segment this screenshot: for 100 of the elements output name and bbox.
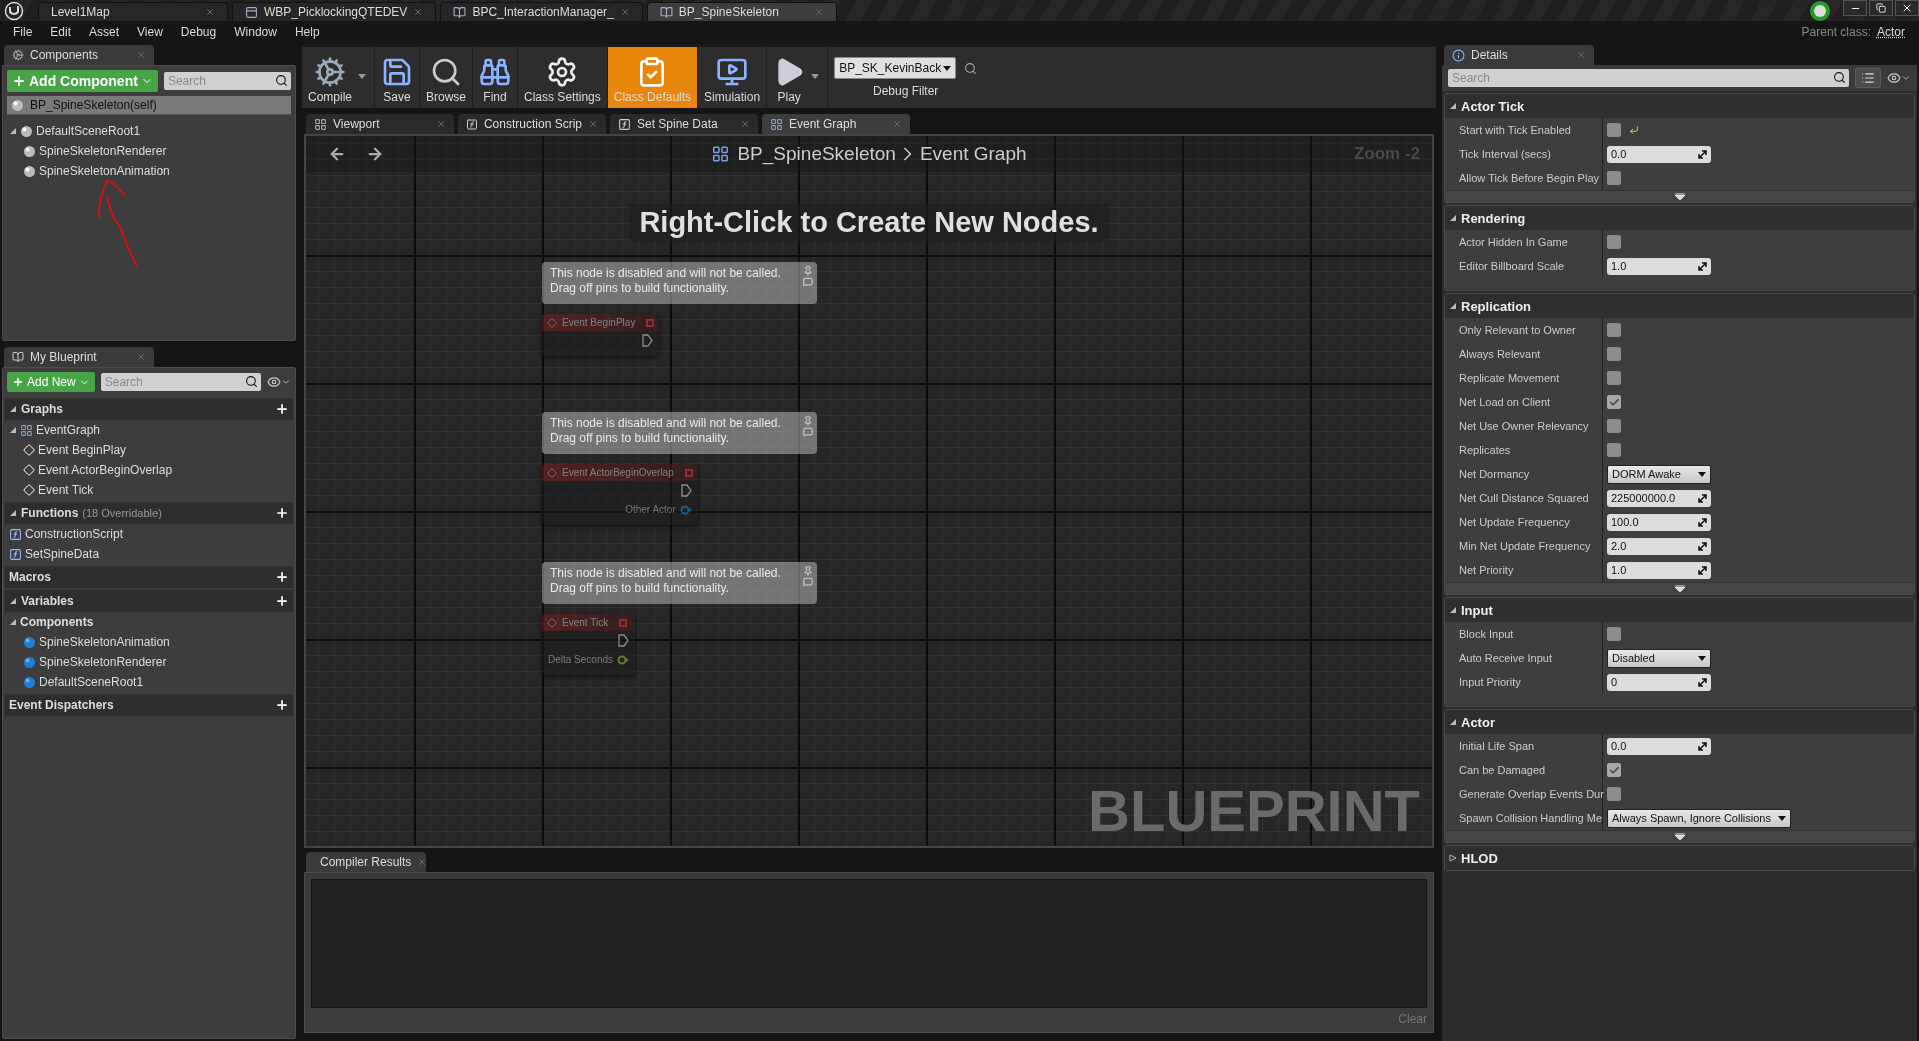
checkbox[interactable] xyxy=(1607,323,1621,337)
add-button[interactable] xyxy=(275,570,289,584)
category-header[interactable]: HLOD xyxy=(1445,846,1914,870)
breadcrumb[interactable]: Event Graph xyxy=(919,143,1027,165)
close-icon[interactable] xyxy=(413,7,424,17)
drag-handle-icon[interactable] xyxy=(1698,261,1707,271)
blueprint-item[interactable]: SpineSkeletonRenderer xyxy=(3,652,295,672)
toolbar-button[interactable]: Simulation xyxy=(698,47,768,108)
blueprint-item[interactable]: EventGraph xyxy=(3,420,295,440)
document-tab[interactable]: Level1Map xyxy=(38,2,228,21)
advanced-toggle[interactable] xyxy=(1445,190,1914,202)
expanded-arrow-icon[interactable] xyxy=(9,405,17,413)
add-button[interactable] xyxy=(275,698,289,712)
dropdown[interactable]: Always Spawn, Ignore Collisions xyxy=(1607,808,1791,828)
my-blueprint-tab[interactable]: My Blueprint xyxy=(4,347,154,367)
add-button[interactable] xyxy=(275,402,289,416)
number-field[interactable]: 1.0 xyxy=(1607,257,1711,275)
close-icon[interactable] xyxy=(588,119,598,129)
expanded-arrow-icon[interactable] xyxy=(9,509,17,517)
search-field[interactable]: Search xyxy=(1448,69,1849,87)
advanced-toggle[interactable] xyxy=(1445,582,1914,594)
graph-canvas[interactable] xyxy=(304,134,1434,848)
expanded-arrow-icon[interactable] xyxy=(9,597,17,605)
expanded-arrow-icon[interactable] xyxy=(1449,102,1457,110)
expanded-arrow-icon[interactable] xyxy=(9,618,17,626)
expanded-arrow-icon[interactable] xyxy=(9,127,17,135)
status-icon[interactable] xyxy=(1809,0,1831,22)
menu-item[interactable]: Window xyxy=(225,25,286,39)
advanced-toggle[interactable] xyxy=(1445,830,1914,842)
breadcrumb[interactable]: BP_SpineSkeleton xyxy=(737,143,896,165)
number-field[interactable]: 100.0 xyxy=(1607,513,1711,531)
section-header[interactable]: Graphs xyxy=(5,398,293,420)
menu-item[interactable]: Help xyxy=(285,25,329,39)
component-item[interactable]: SpineSkeletonAnimation xyxy=(3,161,295,181)
checkbox[interactable] xyxy=(1607,371,1621,385)
expanded-arrow-icon[interactable] xyxy=(9,426,17,434)
number-field[interactable]: 2.0 xyxy=(1607,537,1711,555)
checkbox[interactable] xyxy=(1607,763,1621,777)
blueprint-item[interactable]: SpineSkeletonAnimation xyxy=(3,632,295,652)
checkbox[interactable] xyxy=(1607,347,1621,361)
blueprint-item[interactable]: Event BeginPlay xyxy=(3,440,295,460)
menu-item[interactable]: Asset xyxy=(80,25,129,39)
search-field[interactable]: Search xyxy=(163,72,291,90)
category-header[interactable]: Actor Tick xyxy=(1445,94,1914,118)
search-icon[interactable] xyxy=(964,61,978,75)
number-field[interactable]: 0.0 xyxy=(1607,145,1711,163)
compiler-results-tab[interactable]: Compiler Results xyxy=(306,852,426,872)
category-header[interactable]: Input xyxy=(1445,598,1914,622)
expanded-arrow-icon[interactable] xyxy=(1449,302,1457,310)
number-field[interactable]: 225000000.0 xyxy=(1607,489,1711,507)
category-header[interactable]: Rendering xyxy=(1445,206,1914,230)
graph-tab[interactable]: Set Spine Data xyxy=(610,114,758,134)
checkbox[interactable] xyxy=(1607,395,1621,409)
checkbox[interactable] xyxy=(1607,123,1621,137)
dropdown[interactable]: Disabled xyxy=(1607,648,1711,668)
pin-icon[interactable] xyxy=(803,416,813,426)
details-tab[interactable]: Details xyxy=(1444,45,1594,65)
engine-logo-icon[interactable] xyxy=(4,0,24,21)
document-tab[interactable]: BP_SpineSkeleton xyxy=(646,2,837,21)
number-field[interactable]: 0 xyxy=(1607,673,1711,691)
category-header[interactable]: Actor xyxy=(1445,710,1914,734)
number-field[interactable]: 1.0 xyxy=(1607,561,1711,579)
restore-button[interactable] xyxy=(1869,0,1893,16)
menu-item[interactable]: View xyxy=(128,25,172,39)
blueprint-item[interactable]: ConstructionScript xyxy=(3,524,295,544)
drag-handle-icon[interactable] xyxy=(1698,541,1707,551)
toolbar-button[interactable]: Browse xyxy=(420,47,474,108)
toolbar-button[interactable]: Save xyxy=(375,47,420,108)
drag-handle-icon[interactable] xyxy=(1698,517,1707,527)
menu-item[interactable]: Edit xyxy=(41,25,81,39)
view-options-button[interactable] xyxy=(266,375,291,389)
menu-item[interactable]: Debug xyxy=(171,25,226,39)
comment-icon[interactable] xyxy=(803,427,813,437)
graph-tab[interactable]: Construction Scrip xyxy=(458,114,606,134)
toolbar-button[interactable]: Play xyxy=(767,47,829,108)
add-button[interactable] xyxy=(275,594,289,608)
close-icon[interactable] xyxy=(436,119,446,129)
component-item[interactable]: SpineSkeletonRenderer xyxy=(3,141,295,161)
toolbar-button[interactable]: Compile xyxy=(302,47,375,108)
add-button[interactable] xyxy=(275,506,289,520)
component-item[interactable]: DefaultSceneRoot1 xyxy=(3,121,295,141)
graph-tab[interactable]: Viewport xyxy=(306,114,454,134)
menu-item[interactable]: File xyxy=(4,25,42,39)
collapsed-arrow-icon[interactable] xyxy=(1449,854,1457,862)
reset-icon[interactable] xyxy=(1629,125,1639,135)
drag-handle-icon[interactable] xyxy=(1698,677,1707,687)
checkbox[interactable] xyxy=(1607,443,1621,457)
expanded-arrow-icon[interactable] xyxy=(1449,606,1457,614)
checkbox[interactable] xyxy=(1607,419,1621,433)
graph-tab[interactable]: Event Graph xyxy=(762,114,910,134)
comment-icon[interactable] xyxy=(803,577,813,587)
components-tab[interactable]: Components xyxy=(4,45,154,65)
toolbar-button[interactable]: Class Settings xyxy=(518,47,608,108)
number-field[interactable]: 0.0 xyxy=(1607,737,1711,755)
drag-handle-icon[interactable] xyxy=(1698,741,1707,751)
blueprint-item[interactable]: Event ActorBeginOverlap xyxy=(3,460,295,480)
view-options-button[interactable] xyxy=(1887,71,1911,85)
section-header[interactable]: Macros xyxy=(5,566,293,588)
drag-handle-icon[interactable] xyxy=(1698,149,1707,159)
checkbox[interactable] xyxy=(1607,171,1621,185)
